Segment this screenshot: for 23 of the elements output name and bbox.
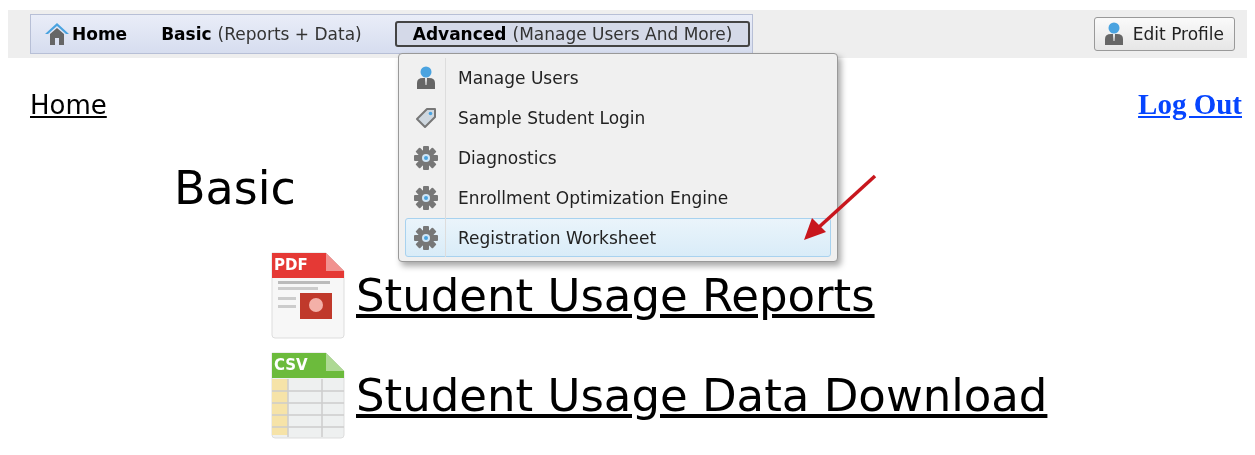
gear-icon <box>414 225 438 250</box>
gear-icon <box>414 145 438 170</box>
download-link[interactable]: Student Usage Data Download <box>356 368 1048 422</box>
section-heading: Basic <box>174 165 296 211</box>
download-link[interactable]: Student Usage Reports <box>356 268 875 322</box>
user-icon <box>1102 22 1125 46</box>
menu-item[interactable]: Manage Users <box>405 58 831 97</box>
menu-item[interactable]: Diagnostics <box>405 138 831 177</box>
home-icon <box>44 22 70 46</box>
edit-profile-button[interactable]: Edit Profile <box>1093 17 1235 51</box>
menu-item[interactable]: Registration Worksheet <box>405 218 831 257</box>
pdf-file-icon <box>268 251 348 339</box>
logout-link[interactable]: Log Out <box>1138 88 1242 121</box>
menu-item[interactable]: Sample Student Login <box>405 98 831 137</box>
tag-icon <box>414 105 438 130</box>
user-icon <box>415 65 437 90</box>
nav-tab[interactable]: Home <box>43 19 143 49</box>
nav-tab[interactable]: Advanced (Manage Users And More) <box>394 21 751 47</box>
gear-icon <box>414 185 438 210</box>
menu-item[interactable]: Enrollment Optimization Engine <box>405 178 831 217</box>
nav-tab[interactable]: Basic (Reports + Data) <box>160 21 377 47</box>
breadcrumb-link[interactable]: Home <box>30 90 107 120</box>
csv-file-icon <box>268 351 348 439</box>
